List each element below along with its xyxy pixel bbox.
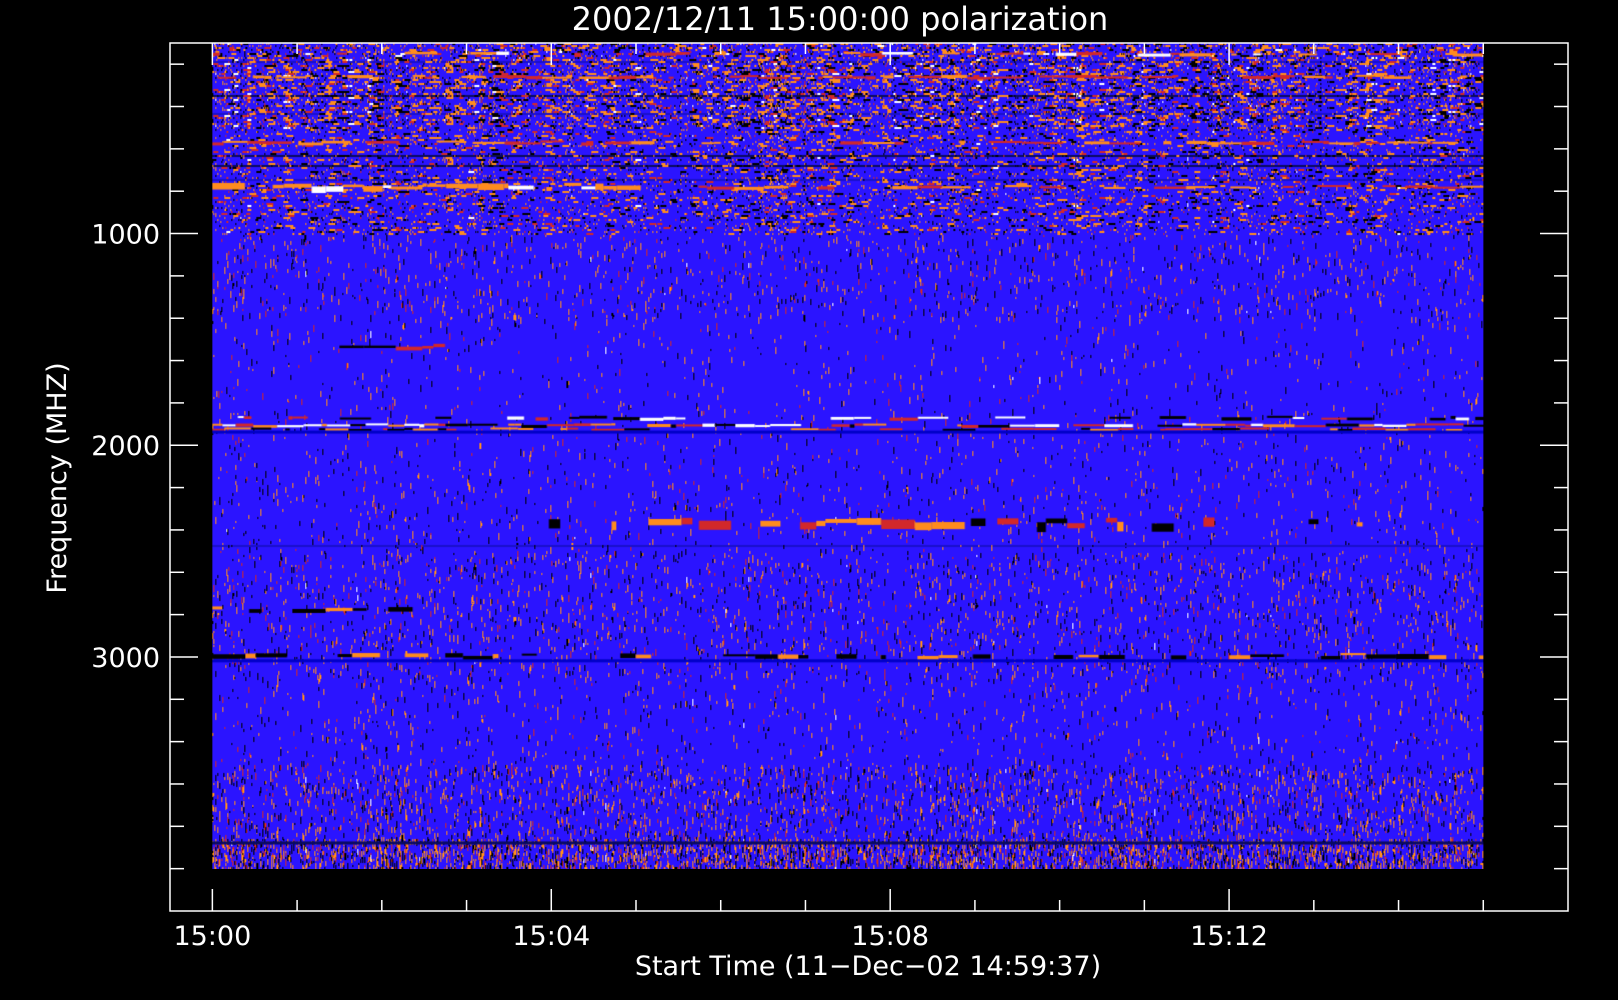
x-axis-tick-labels: 15:00 15:04 15:08 15:12 — [173, 921, 1268, 952]
y-axis-tick-labels: 1000 2000 3000 — [91, 220, 160, 674]
y-tick-label: 3000 — [91, 643, 160, 674]
x-tick-label: 15:08 — [851, 921, 929, 952]
x-tick-label: 15:12 — [1190, 921, 1268, 952]
chart-title: 2002/12/11 15:00:00 polarization — [572, 0, 1109, 38]
x-axis-label: Start Time (11−Dec−02 14:59:37) — [635, 951, 1101, 982]
heatmap-raster — [212, 43, 1484, 869]
y-tick-label: 1000 — [91, 220, 160, 251]
spectrogram-figure: 2002/12/11 15:00:00 polarization 15:00 15… — [42, 0, 1569, 982]
y-axis-label: Frequency (MHZ) — [42, 362, 73, 593]
heatmap-image — [212, 43, 1484, 869]
y-tick-label: 2000 — [91, 431, 160, 462]
x-tick-label: 15:00 — [173, 921, 251, 952]
x-tick-label: 15:04 — [512, 921, 590, 952]
